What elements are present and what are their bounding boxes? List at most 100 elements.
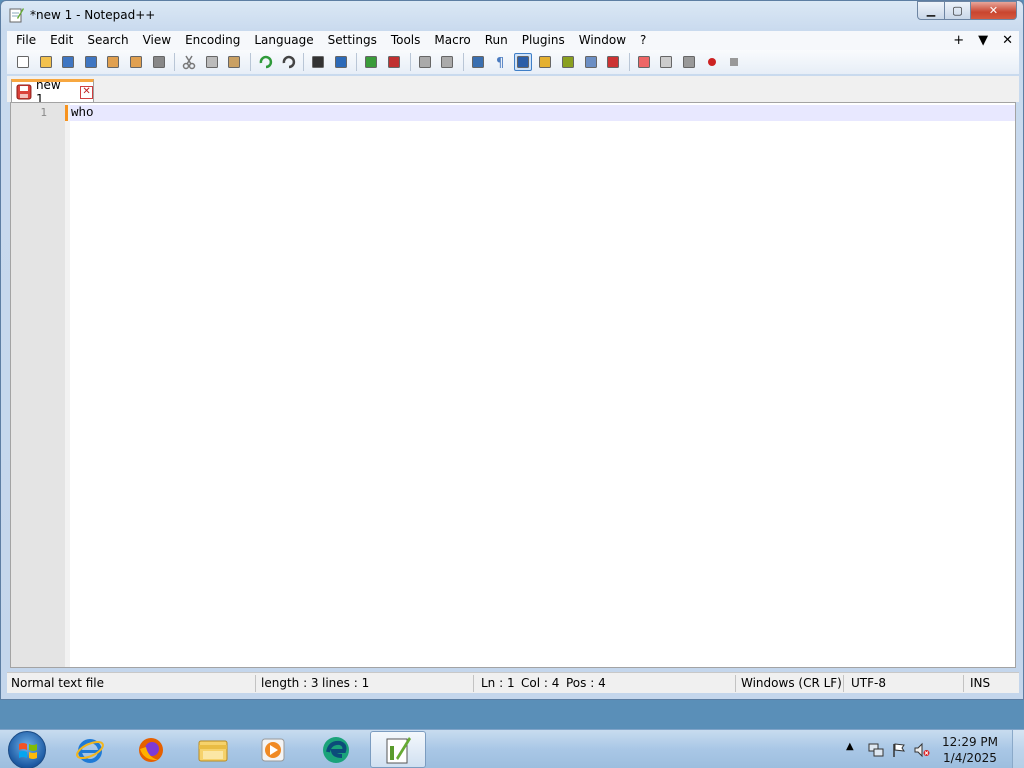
user-lang-button[interactable]	[536, 53, 554, 71]
undo-button[interactable]	[256, 53, 274, 71]
status-length: length : 3	[261, 676, 319, 690]
copy-icon	[205, 56, 218, 68]
paste-button[interactable]	[225, 53, 243, 71]
browser-taskbar-button[interactable]	[308, 731, 364, 768]
show-all-chars-button[interactable]: ¶	[491, 53, 509, 71]
menu-search[interactable]: Search	[80, 31, 135, 50]
zoom-out-button[interactable]	[385, 53, 403, 71]
folder-workspace-button[interactable]	[604, 53, 622, 71]
svg-text:¶: ¶	[496, 56, 504, 70]
menu-window[interactable]: Window	[572, 31, 633, 50]
undo-icon	[259, 55, 273, 69]
sync-h-button[interactable]	[438, 53, 456, 71]
status-eol[interactable]: Windows (CR LF)	[741, 676, 842, 690]
find-button[interactable]	[309, 53, 327, 71]
save-button[interactable]	[59, 53, 77, 71]
clock-time: 12:29 PM	[942, 735, 998, 749]
notepad-plus-plus-taskbar-button[interactable]	[370, 731, 426, 768]
tab-new-1[interactable]: new 1 ✕	[11, 78, 94, 106]
open-file-button[interactable]	[37, 53, 55, 71]
sync-v-icon	[418, 56, 431, 68]
firefox-icon	[139, 737, 163, 762]
status-encoding[interactable]: UTF-8	[851, 676, 886, 690]
show-hidden-icons-icon[interactable]: ▲	[846, 741, 862, 757]
close-window-button[interactable]: ✕	[971, 1, 1017, 20]
minimize-button[interactable]: ▁	[917, 1, 945, 20]
status-ln: Ln : 1	[481, 676, 515, 690]
status-pos: Pos : 4	[566, 676, 606, 690]
clock-date: 1/4/2025	[943, 751, 997, 765]
close-all-button[interactable]	[127, 53, 145, 71]
firefox-taskbar-button[interactable]	[123, 731, 179, 768]
close-doc-menu-button[interactable]: ✕	[1002, 31, 1013, 50]
redo-button[interactable]	[279, 53, 297, 71]
save-all-button[interactable]	[82, 53, 100, 71]
network-icon[interactable]	[868, 742, 884, 758]
tab-strip: new 1 ✕	[7, 76, 1019, 106]
internet-explorer-taskbar-button[interactable]	[62, 731, 118, 768]
volume-muted-icon[interactable]	[914, 742, 930, 758]
balloon-icon	[683, 56, 696, 68]
monitor-icon	[637, 56, 650, 68]
menu-view[interactable]: View	[136, 31, 178, 50]
word-wrap-button[interactable]	[469, 53, 487, 71]
zoom-in-icon	[365, 56, 378, 68]
replace-button[interactable]	[332, 53, 350, 71]
print-button[interactable]	[150, 53, 168, 71]
bookmark-button[interactable]	[657, 53, 675, 71]
open-file-icon	[39, 56, 52, 68]
menu-bar: File Edit Search View Encoding Language Settin…	[7, 31, 1019, 50]
toolbar: ¶	[7, 50, 1019, 74]
tab-list-menu-button[interactable]: ▼	[978, 31, 988, 50]
menu-tools[interactable]: Tools	[384, 31, 428, 50]
status-file-type: Normal text file	[11, 676, 105, 690]
new-file-icon	[17, 56, 29, 68]
tab-close-icon[interactable]: ✕	[80, 85, 93, 99]
zoom-out-icon	[387, 56, 400, 68]
menu-run[interactable]: Run	[478, 31, 515, 50]
menu-settings[interactable]: Settings	[321, 31, 384, 50]
record-macro-button[interactable]	[703, 53, 721, 71]
status-col: Col : 4	[521, 676, 560, 690]
title-bar[interactable]: *new 1 - Notepad++ ▁ ▢ ✕	[1, 1, 1023, 29]
status-insert-mode[interactable]: INS	[970, 676, 990, 690]
clock[interactable]: 12:29 PM 1/4/2025	[942, 734, 998, 766]
action-center-flag-icon[interactable]	[891, 742, 907, 758]
close-button[interactable]	[104, 53, 122, 71]
menu-language[interactable]: Language	[247, 31, 320, 50]
menu-edit[interactable]: Edit	[43, 31, 80, 50]
new-tab-menu-button[interactable]: +	[953, 31, 964, 50]
menu-macro[interactable]: Macro	[427, 31, 477, 50]
zoom-in-button[interactable]	[362, 53, 380, 71]
cut-button[interactable]	[180, 53, 198, 71]
sync-v-button[interactable]	[416, 53, 434, 71]
file-explorer-taskbar-button[interactable]	[185, 731, 241, 768]
doc-map-icon	[562, 56, 575, 68]
show-desktop-button[interactable]	[1012, 730, 1024, 768]
editor-text[interactable]: who	[71, 106, 94, 120]
maximize-button[interactable]: ▢	[945, 1, 971, 20]
fold-margin[interactable]	[65, 103, 70, 667]
folder-workspace-icon	[607, 56, 620, 68]
copy-button[interactable]	[203, 53, 221, 71]
system-tray: ▲ 12:29 PM 1/4/2025	[834, 730, 1024, 768]
start-button[interactable]	[8, 731, 46, 768]
toolbar-separator	[356, 53, 358, 71]
new-file-button[interactable]	[14, 53, 32, 71]
doc-map-button[interactable]	[559, 53, 577, 71]
menu-plugins[interactable]: Plugins	[515, 31, 572, 50]
stop-macro-button[interactable]	[725, 53, 743, 71]
editor-area[interactable]: 1 who	[10, 102, 1016, 668]
menu-encoding[interactable]: Encoding	[178, 31, 247, 50]
unsaved-file-icon	[16, 84, 32, 100]
function-list-icon	[584, 56, 597, 68]
menu-file[interactable]: File	[7, 31, 43, 50]
menu-help[interactable]: ?	[633, 31, 653, 50]
balloon-button[interactable]	[680, 53, 698, 71]
toolbar-separator	[303, 53, 305, 71]
media-player-taskbar-button[interactable]	[245, 731, 301, 768]
monitor-button[interactable]	[635, 53, 653, 71]
close-all-icon	[129, 56, 142, 68]
indent-guide-button[interactable]	[513, 53, 532, 71]
function-list-button[interactable]	[582, 53, 600, 71]
